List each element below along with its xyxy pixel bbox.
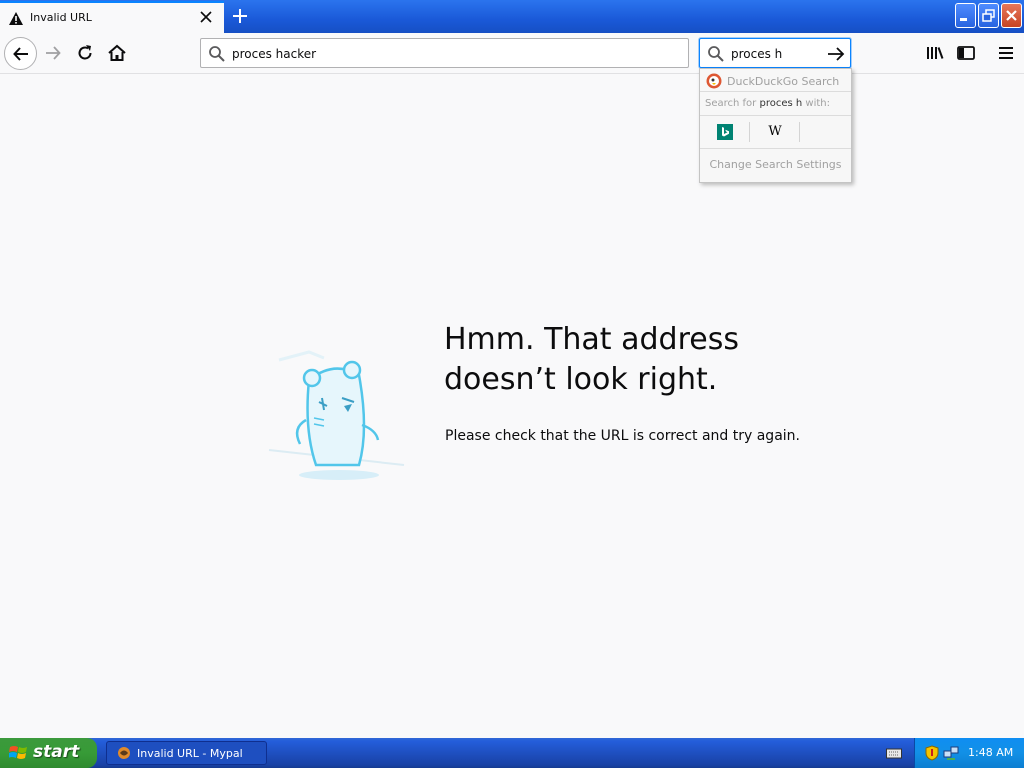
search-for-prefix: Search for — [705, 98, 757, 109]
forward-arrow-icon — [46, 46, 61, 60]
close-icon[interactable] — [199, 10, 213, 24]
url-input[interactable] — [232, 46, 672, 62]
back-button[interactable] — [4, 37, 37, 70]
start-button[interactable]: start — [0, 738, 97, 768]
error-title-line-2: doesn’t look right. — [444, 362, 718, 397]
duckduckgo-icon — [706, 73, 722, 89]
search-icon — [209, 46, 225, 62]
keyboard-icon[interactable] — [886, 746, 902, 760]
search-engine-label: DuckDuckGo Search — [727, 75, 840, 88]
library-icon — [927, 47, 944, 59]
security-shield-icon[interactable] — [925, 745, 939, 761]
change-search-settings-button[interactable]: Change Search Settings — [700, 158, 851, 171]
restore-button[interactable] — [978, 3, 999, 28]
tab-title: Invalid URL — [30, 11, 92, 24]
close-icon — [1006, 10, 1017, 21]
reload-button[interactable] — [75, 43, 95, 63]
menu-button[interactable] — [996, 43, 1016, 63]
navigation-toolbar — [0, 33, 1024, 74]
go-arrow-icon[interactable] — [827, 45, 845, 63]
one-off-search-buttons: W — [700, 115, 851, 149]
error-title: Hmm. That address doesn’t look right. — [444, 320, 804, 400]
search-for-query: proces h — [759, 98, 803, 109]
search-input[interactable] — [731, 46, 821, 62]
warning-icon — [9, 12, 23, 25]
home-icon — [108, 44, 126, 61]
wikipedia-icon[interactable]: W — [767, 124, 783, 140]
taskbar: start Invalid URL - Mypal 1:48 AM — [0, 738, 1024, 768]
tab-invalid-url[interactable]: Invalid URL — [0, 1, 224, 33]
bing-logo — [722, 127, 729, 137]
start-label: start — [33, 742, 80, 762]
error-title-line-1: Hmm. That address — [444, 322, 739, 357]
minimize-icon — [960, 18, 967, 21]
mypal-app-icon — [118, 747, 130, 759]
forward-button[interactable] — [43, 43, 63, 63]
reload-icon — [78, 45, 92, 60]
error-description: Please check that the URL is correct and… — [445, 428, 800, 444]
url-bar[interactable] — [200, 38, 689, 68]
clock: 1:48 AM — [968, 746, 1014, 759]
sidebar-button[interactable] — [956, 43, 976, 63]
home-button[interactable] — [107, 43, 127, 63]
hamburger-menu-icon — [999, 47, 1013, 59]
window-close-button[interactable] — [1001, 3, 1022, 28]
taskbar-item-label: Invalid URL - Mypal — [137, 747, 243, 760]
search-bar[interactable] — [699, 38, 851, 68]
divider — [749, 122, 750, 142]
bing-icon[interactable] — [717, 124, 733, 140]
divider — [799, 122, 800, 142]
restore-icon — [982, 9, 995, 22]
taskbar-item-mypal[interactable]: Invalid URL - Mypal — [106, 741, 267, 765]
sidebar-icon — [957, 46, 975, 60]
library-button[interactable] — [925, 43, 945, 63]
search-engine-row[interactable]: DuckDuckGo Search — [700, 70, 851, 92]
search-for-suffix: with: — [805, 98, 830, 109]
plus-icon[interactable] — [231, 7, 249, 25]
title-bar: Invalid URL — [0, 0, 1024, 33]
windows-logo-icon — [9, 746, 27, 759]
network-icon[interactable] — [943, 745, 959, 761]
back-arrow-icon — [13, 47, 28, 61]
minimize-button[interactable] — [955, 3, 976, 28]
search-for-text: Search for proces h with: — [705, 98, 830, 109]
system-tray: 1:48 AM — [914, 738, 1024, 768]
search-icon — [708, 46, 724, 62]
error-illustration — [268, 350, 405, 480]
search-suggestion-popup: DuckDuckGo Search Search for proces h wi… — [699, 68, 852, 183]
